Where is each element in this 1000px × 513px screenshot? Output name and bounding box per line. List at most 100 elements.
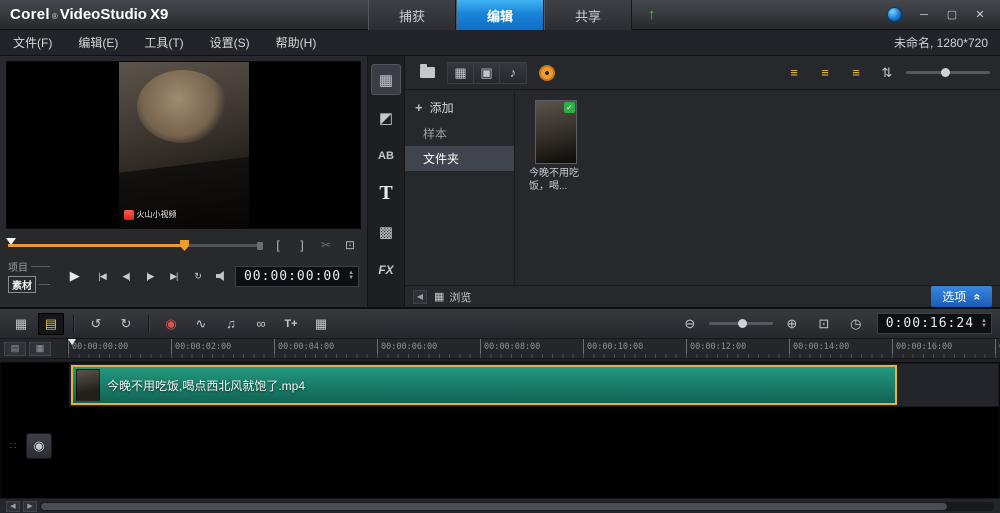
- title-button[interactable]: T: [371, 178, 401, 209]
- close-button[interactable]: ✕: [968, 6, 992, 24]
- track-list-toggle-b[interactable]: ▦: [29, 341, 51, 356]
- zoom-out-button[interactable]: ⊖: [677, 313, 703, 335]
- scroll-left-button[interactable]: ◀: [6, 500, 20, 512]
- add-label: 添加: [429, 101, 454, 115]
- record-capture-button[interactable]: ◉: [158, 313, 184, 335]
- track-manager-button[interactable]: ▦: [308, 313, 334, 335]
- preview-scrubber[interactable]: [6, 238, 263, 252]
- timeline-playhead[interactable]: [68, 339, 76, 349]
- auto-music-button[interactable]: ♫: [218, 313, 244, 335]
- media-thumbnail[interactable]: ✓: [535, 100, 577, 164]
- preview-scrub-row: [ ] ✂ ⊡: [6, 237, 361, 253]
- check-badge-icon: ✓: [564, 102, 575, 113]
- timeline-view-button[interactable]: ▤: [38, 312, 64, 335]
- import-folder-button[interactable]: [415, 63, 439, 83]
- track-list-toggle-a[interactable]: ▤: [4, 341, 26, 356]
- storyboard-view-button[interactable]: ▦: [8, 313, 34, 335]
- scrollbar-thumb[interactable]: [41, 502, 948, 510]
- redo-button[interactable]: ↻: [113, 313, 139, 335]
- preview-timecode[interactable]: 00:00:00:00 ▲ ▼: [234, 265, 360, 287]
- thumb-view-button[interactable]: ≡: [813, 63, 837, 83]
- trim-end-handle[interactable]: [179, 240, 189, 251]
- tab-capture[interactable]: 捕获: [368, 0, 456, 30]
- menu-tools[interactable]: 工具(T): [131, 30, 196, 55]
- upload-arrow-icon[interactable]: ↑: [648, 6, 656, 23]
- options-button[interactable]: 选项 «: [931, 286, 992, 307]
- workspace-tabs: 捕获 编辑 共享: [368, 0, 632, 30]
- media-filter-group: ▦ ▣ ♪: [447, 61, 527, 84]
- zoom-in-button[interactable]: ⊕: [779, 313, 805, 335]
- preview-video[interactable]: 火山小视频: [6, 61, 361, 229]
- mode-project-label[interactable]: 项目: [8, 259, 28, 274]
- collapse-left-button[interactable]: ◀: [413, 289, 427, 304]
- sort-button[interactable]: ⇅: [875, 63, 899, 83]
- undo-button[interactable]: ↺: [83, 313, 109, 335]
- volume-button[interactable]: [211, 266, 232, 286]
- mode-clip-label[interactable]: 素材: [8, 276, 36, 293]
- project-info: 未命名, 1280*720: [893, 36, 988, 50]
- project-duration-button[interactable]: ◷: [843, 313, 869, 335]
- timeline-scrollbar[interactable]: [40, 501, 994, 511]
- timeline-timecode[interactable]: 0:00:16:24 ▲ ▼: [876, 313, 992, 334]
- timecode-spinner[interactable]: ▲ ▼: [348, 270, 354, 281]
- menu-edit[interactable]: 编辑(E): [65, 30, 131, 55]
- graphic-overlay-button[interactable]: ▩: [371, 216, 401, 247]
- add-folder-row[interactable]: + 添加: [405, 94, 514, 121]
- maximize-button[interactable]: ▢: [940, 6, 964, 24]
- sound-mixer-button[interactable]: ∿: [188, 313, 214, 335]
- thumbnail-size-slider[interactable]: [906, 68, 990, 77]
- tab-share[interactable]: 共享: [544, 0, 632, 30]
- media-thumbnail-card[interactable]: ✓ 今晚不用吃饭，喝...: [529, 100, 591, 193]
- mark-out-button[interactable]: ]: [293, 237, 311, 253]
- menu-help[interactable]: 帮助(H): [263, 30, 330, 55]
- browse-group[interactable]: ▦ 浏览: [434, 289, 471, 305]
- timeline-ruler[interactable]: 00:00:00:00 00:00:02:00 00:00:04:00 00:0…: [68, 339, 1000, 358]
- play-button[interactable]: ▶: [61, 266, 89, 286]
- motion-tracking-button[interactable]: ∞: [248, 313, 274, 335]
- transition-button[interactable]: ◩: [371, 102, 401, 133]
- list-view-button[interactable]: ≡: [782, 63, 806, 83]
- video-track-body[interactable]: 今晚不用吃饭,喝点西北风就饱了.mp4: [69, 363, 999, 407]
- spin-down-icon[interactable]: ▼: [981, 323, 987, 329]
- library-reel-button[interactable]: [535, 63, 559, 83]
- zoom-slider-knob[interactable]: [737, 319, 747, 328]
- mark-in-button[interactable]: [: [269, 237, 287, 253]
- prev-frame-button[interactable]: ◀|: [116, 266, 137, 286]
- nav-item-samples[interactable]: 样本: [405, 121, 514, 146]
- menu-file[interactable]: 文件(F): [0, 30, 65, 55]
- ruler-label: 00:00:08:00: [480, 339, 583, 358]
- ab-transition-button[interactable]: AB: [371, 140, 401, 171]
- track-options-icon[interactable]: ∷: [4, 441, 22, 452]
- fit-project-button[interactable]: ⊡: [811, 313, 837, 335]
- slider-knob[interactable]: [941, 68, 951, 77]
- help-orb-icon[interactable]: [887, 7, 902, 22]
- timeline-clip[interactable]: 今晚不用吃饭,喝点西北风就饱了.mp4: [71, 365, 897, 405]
- subtitle-editor-button[interactable]: T+: [278, 313, 304, 335]
- timeline-zoom-slider[interactable]: [708, 319, 773, 328]
- tab-edit[interactable]: 编辑: [456, 0, 544, 30]
- detail-view-button[interactable]: ≡: [844, 63, 868, 83]
- next-frame-button[interactable]: |▶: [139, 266, 160, 286]
- scrubber-playhead[interactable]: [6, 238, 16, 250]
- filter-video-button[interactable]: ▦: [448, 62, 474, 83]
- video-track-icon[interactable]: ◉: [26, 433, 52, 459]
- trim-right-handle[interactable]: [257, 242, 263, 250]
- library-panel: ▦ ▣ ♪ ≡ ≡ ≡ ⇅ + 添加 样本 文件夹 ✓ 今晚不用吃饭，喝... …: [405, 56, 1000, 307]
- library-body: + 添加 样本 文件夹 ✓ 今晚不用吃饭，喝...: [405, 90, 1000, 285]
- split-clip-icon[interactable]: ✂: [317, 237, 335, 253]
- timeline-zoom-controls: ⊖ ⊕ ⊡ ◷ 0:00:16:24 ▲ ▼: [677, 313, 992, 335]
- enlarge-preview-icon[interactable]: ⊡: [341, 237, 359, 253]
- spin-down-icon[interactable]: ▼: [348, 275, 354, 281]
- repeat-button[interactable]: ↻: [187, 266, 208, 286]
- media-library-button[interactable]: ▦: [371, 64, 401, 95]
- filter-audio-button[interactable]: ♪: [500, 62, 526, 83]
- go-end-button[interactable]: ▶|: [163, 266, 184, 286]
- go-start-button[interactable]: |◀: [92, 266, 113, 286]
- menu-settings[interactable]: 设置(S): [197, 30, 263, 55]
- filter-photo-button[interactable]: ▣: [474, 62, 500, 83]
- scroll-right-button[interactable]: ▶: [23, 500, 37, 512]
- nav-item-folder[interactable]: 文件夹: [405, 146, 514, 171]
- timeline-timecode-spinner[interactable]: ▲ ▼: [981, 318, 987, 329]
- filter-fx-button[interactable]: FX: [371, 254, 401, 285]
- minimize-button[interactable]: ─: [912, 6, 936, 24]
